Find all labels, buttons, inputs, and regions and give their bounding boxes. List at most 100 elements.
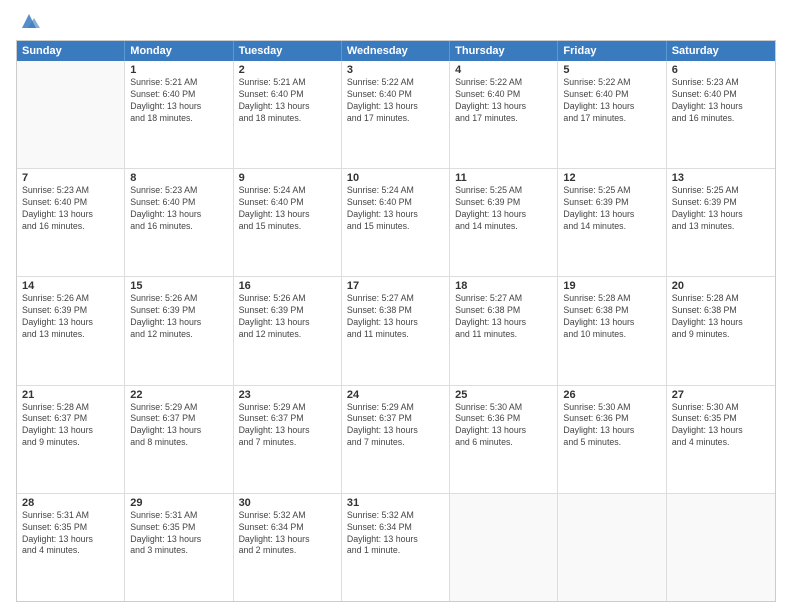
day-info: Sunrise: 5:21 AM Sunset: 6:40 PM Dayligh… <box>239 77 336 125</box>
calendar-row: 28Sunrise: 5:31 AM Sunset: 6:35 PM Dayli… <box>17 494 775 601</box>
calendar-cell <box>558 494 666 601</box>
calendar-cell: 5Sunrise: 5:22 AM Sunset: 6:40 PM Daylig… <box>558 61 666 168</box>
day-info: Sunrise: 5:32 AM Sunset: 6:34 PM Dayligh… <box>239 510 336 558</box>
day-info: Sunrise: 5:21 AM Sunset: 6:40 PM Dayligh… <box>130 77 227 125</box>
day-number: 26 <box>563 389 660 401</box>
day-info: Sunrise: 5:25 AM Sunset: 6:39 PM Dayligh… <box>563 185 660 233</box>
weekday-header: Wednesday <box>342 41 450 61</box>
day-info: Sunrise: 5:27 AM Sunset: 6:38 PM Dayligh… <box>455 293 552 341</box>
day-info: Sunrise: 5:26 AM Sunset: 6:39 PM Dayligh… <box>239 293 336 341</box>
weekday-header: Tuesday <box>234 41 342 61</box>
calendar-row: 7 Sunrise: 5:23 AM Sunset: 6:40 PM Daylig… <box>17 169 775 277</box>
header <box>16 14 776 32</box>
day-number: 2 <box>239 64 336 76</box>
day-info: Sunrise: 5:25 AM Sunset: 6:39 PM Dayligh… <box>672 185 770 233</box>
day-info: Sunrise: 5:30 AM Sunset: 6:36 PM Dayligh… <box>563 402 660 450</box>
day-info: Sunrise: 5:22 AM Sunset: 6:40 PM Dayligh… <box>455 77 552 125</box>
calendar-cell: 14Sunrise: 5:26 AM Sunset: 6:39 PM Dayli… <box>17 277 125 384</box>
day-info: Sunrise: 5:28 AM Sunset: 6:38 PM Dayligh… <box>563 293 660 341</box>
day-info: Sunrise: 5:26 AM Sunset: 6:39 PM Dayligh… <box>22 293 119 341</box>
day-info: Sunrise: 5:28 AM Sunset: 6:38 PM Dayligh… <box>672 293 770 341</box>
weekday-header: Sunday <box>17 41 125 61</box>
day-info: Sunrise: 5:23 AM Sunset: 6:40 PM Dayligh… <box>130 185 227 233</box>
day-info: Sunrise: 5:28 AM Sunset: 6:37 PM Dayligh… <box>22 402 119 450</box>
calendar-cell: 9Sunrise: 5:24 AM Sunset: 6:40 PM Daylig… <box>234 169 342 276</box>
day-info: Sunrise: 5:29 AM Sunset: 6:37 PM Dayligh… <box>130 402 227 450</box>
logo <box>16 14 40 32</box>
calendar-cell: 21Sunrise: 5:28 AM Sunset: 6:37 PM Dayli… <box>17 386 125 493</box>
day-number: 4 <box>455 64 552 76</box>
calendar-row: 1Sunrise: 5:21 AM Sunset: 6:40 PM Daylig… <box>17 61 775 169</box>
day-number: 6 <box>672 64 770 76</box>
day-number: 19 <box>563 280 660 292</box>
calendar-body: 1Sunrise: 5:21 AM Sunset: 6:40 PM Daylig… <box>17 61 775 601</box>
calendar-cell: 26Sunrise: 5:30 AM Sunset: 6:36 PM Dayli… <box>558 386 666 493</box>
calendar-cell: 23Sunrise: 5:29 AM Sunset: 6:37 PM Dayli… <box>234 386 342 493</box>
weekday-header: Monday <box>125 41 233 61</box>
day-number: 11 <box>455 172 552 184</box>
day-info: Sunrise: 5:23 AM Sunset: 6:40 PM Dayligh… <box>672 77 770 125</box>
day-number: 30 <box>239 497 336 509</box>
day-number: 24 <box>347 389 444 401</box>
weekday-header: Friday <box>558 41 666 61</box>
day-number: 9 <box>239 172 336 184</box>
calendar-row: 14Sunrise: 5:26 AM Sunset: 6:39 PM Dayli… <box>17 277 775 385</box>
day-number: 12 <box>563 172 660 184</box>
day-number: 27 <box>672 389 770 401</box>
calendar-cell: 19Sunrise: 5:28 AM Sunset: 6:38 PM Dayli… <box>558 277 666 384</box>
calendar-cell: 29Sunrise: 5:31 AM Sunset: 6:35 PM Dayli… <box>125 494 233 601</box>
calendar-cell: 8Sunrise: 5:23 AM Sunset: 6:40 PM Daylig… <box>125 169 233 276</box>
day-number: 10 <box>347 172 444 184</box>
day-number: 13 <box>672 172 770 184</box>
calendar-cell: 1Sunrise: 5:21 AM Sunset: 6:40 PM Daylig… <box>125 61 233 168</box>
calendar-cell: 13Sunrise: 5:25 AM Sunset: 6:39 PM Dayli… <box>667 169 775 276</box>
day-number: 25 <box>455 389 552 401</box>
day-number: 14 <box>22 280 119 292</box>
calendar-cell: 24Sunrise: 5:29 AM Sunset: 6:37 PM Dayli… <box>342 386 450 493</box>
day-number: 15 <box>130 280 227 292</box>
calendar-cell: 17Sunrise: 5:27 AM Sunset: 6:38 PM Dayli… <box>342 277 450 384</box>
day-info: Sunrise: 5:26 AM Sunset: 6:39 PM Dayligh… <box>130 293 227 341</box>
day-info: Sunrise: 5:29 AM Sunset: 6:37 PM Dayligh… <box>347 402 444 450</box>
calendar-cell: 6Sunrise: 5:23 AM Sunset: 6:40 PM Daylig… <box>667 61 775 168</box>
calendar-cell: 4Sunrise: 5:22 AM Sunset: 6:40 PM Daylig… <box>450 61 558 168</box>
page: SundayMondayTuesdayWednesdayThursdayFrid… <box>0 0 792 612</box>
calendar: SundayMondayTuesdayWednesdayThursdayFrid… <box>16 40 776 602</box>
day-number: 23 <box>239 389 336 401</box>
day-number: 18 <box>455 280 552 292</box>
logo-icon <box>18 10 40 32</box>
calendar-cell: 30Sunrise: 5:32 AM Sunset: 6:34 PM Dayli… <box>234 494 342 601</box>
calendar-cell: 31Sunrise: 5:32 AM Sunset: 6:34 PM Dayli… <box>342 494 450 601</box>
day-number: 3 <box>347 64 444 76</box>
day-info: Sunrise: 5:31 AM Sunset: 6:35 PM Dayligh… <box>130 510 227 558</box>
day-number: 17 <box>347 280 444 292</box>
calendar-cell <box>17 61 125 168</box>
day-number: 31 <box>347 497 444 509</box>
calendar-cell: 27Sunrise: 5:30 AM Sunset: 6:35 PM Dayli… <box>667 386 775 493</box>
day-info: Sunrise: 5:24 AM Sunset: 6:40 PM Dayligh… <box>347 185 444 233</box>
calendar-cell: 18Sunrise: 5:27 AM Sunset: 6:38 PM Dayli… <box>450 277 558 384</box>
day-number: 1 <box>130 64 227 76</box>
calendar-cell: 28Sunrise: 5:31 AM Sunset: 6:35 PM Dayli… <box>17 494 125 601</box>
calendar-cell: 20Sunrise: 5:28 AM Sunset: 6:38 PM Dayli… <box>667 277 775 384</box>
day-number: 22 <box>130 389 227 401</box>
day-info: Sunrise: 5:25 AM Sunset: 6:39 PM Dayligh… <box>455 185 552 233</box>
day-info: Sunrise: 5:30 AM Sunset: 6:35 PM Dayligh… <box>672 402 770 450</box>
calendar-cell: 3Sunrise: 5:22 AM Sunset: 6:40 PM Daylig… <box>342 61 450 168</box>
calendar-cell <box>450 494 558 601</box>
day-info: Sunrise: 5:22 AM Sunset: 6:40 PM Dayligh… <box>563 77 660 125</box>
day-number: 5 <box>563 64 660 76</box>
calendar-cell: 2Sunrise: 5:21 AM Sunset: 6:40 PM Daylig… <box>234 61 342 168</box>
day-number: 7 <box>22 172 119 184</box>
day-info: Sunrise: 5:32 AM Sunset: 6:34 PM Dayligh… <box>347 510 444 558</box>
calendar-cell: 7Sunrise: 5:23 AM Sunset: 6:40 PM Daylig… <box>17 169 125 276</box>
calendar-cell: 15Sunrise: 5:26 AM Sunset: 6:39 PM Dayli… <box>125 277 233 384</box>
calendar-cell: 10Sunrise: 5:24 AM Sunset: 6:40 PM Dayli… <box>342 169 450 276</box>
weekday-header: Thursday <box>450 41 558 61</box>
calendar-cell: 22Sunrise: 5:29 AM Sunset: 6:37 PM Dayli… <box>125 386 233 493</box>
calendar-cell: 11Sunrise: 5:25 AM Sunset: 6:39 PM Dayli… <box>450 169 558 276</box>
day-number: 20 <box>672 280 770 292</box>
calendar-cell <box>667 494 775 601</box>
calendar-cell: 16Sunrise: 5:26 AM Sunset: 6:39 PM Dayli… <box>234 277 342 384</box>
day-number: 8 <box>130 172 227 184</box>
